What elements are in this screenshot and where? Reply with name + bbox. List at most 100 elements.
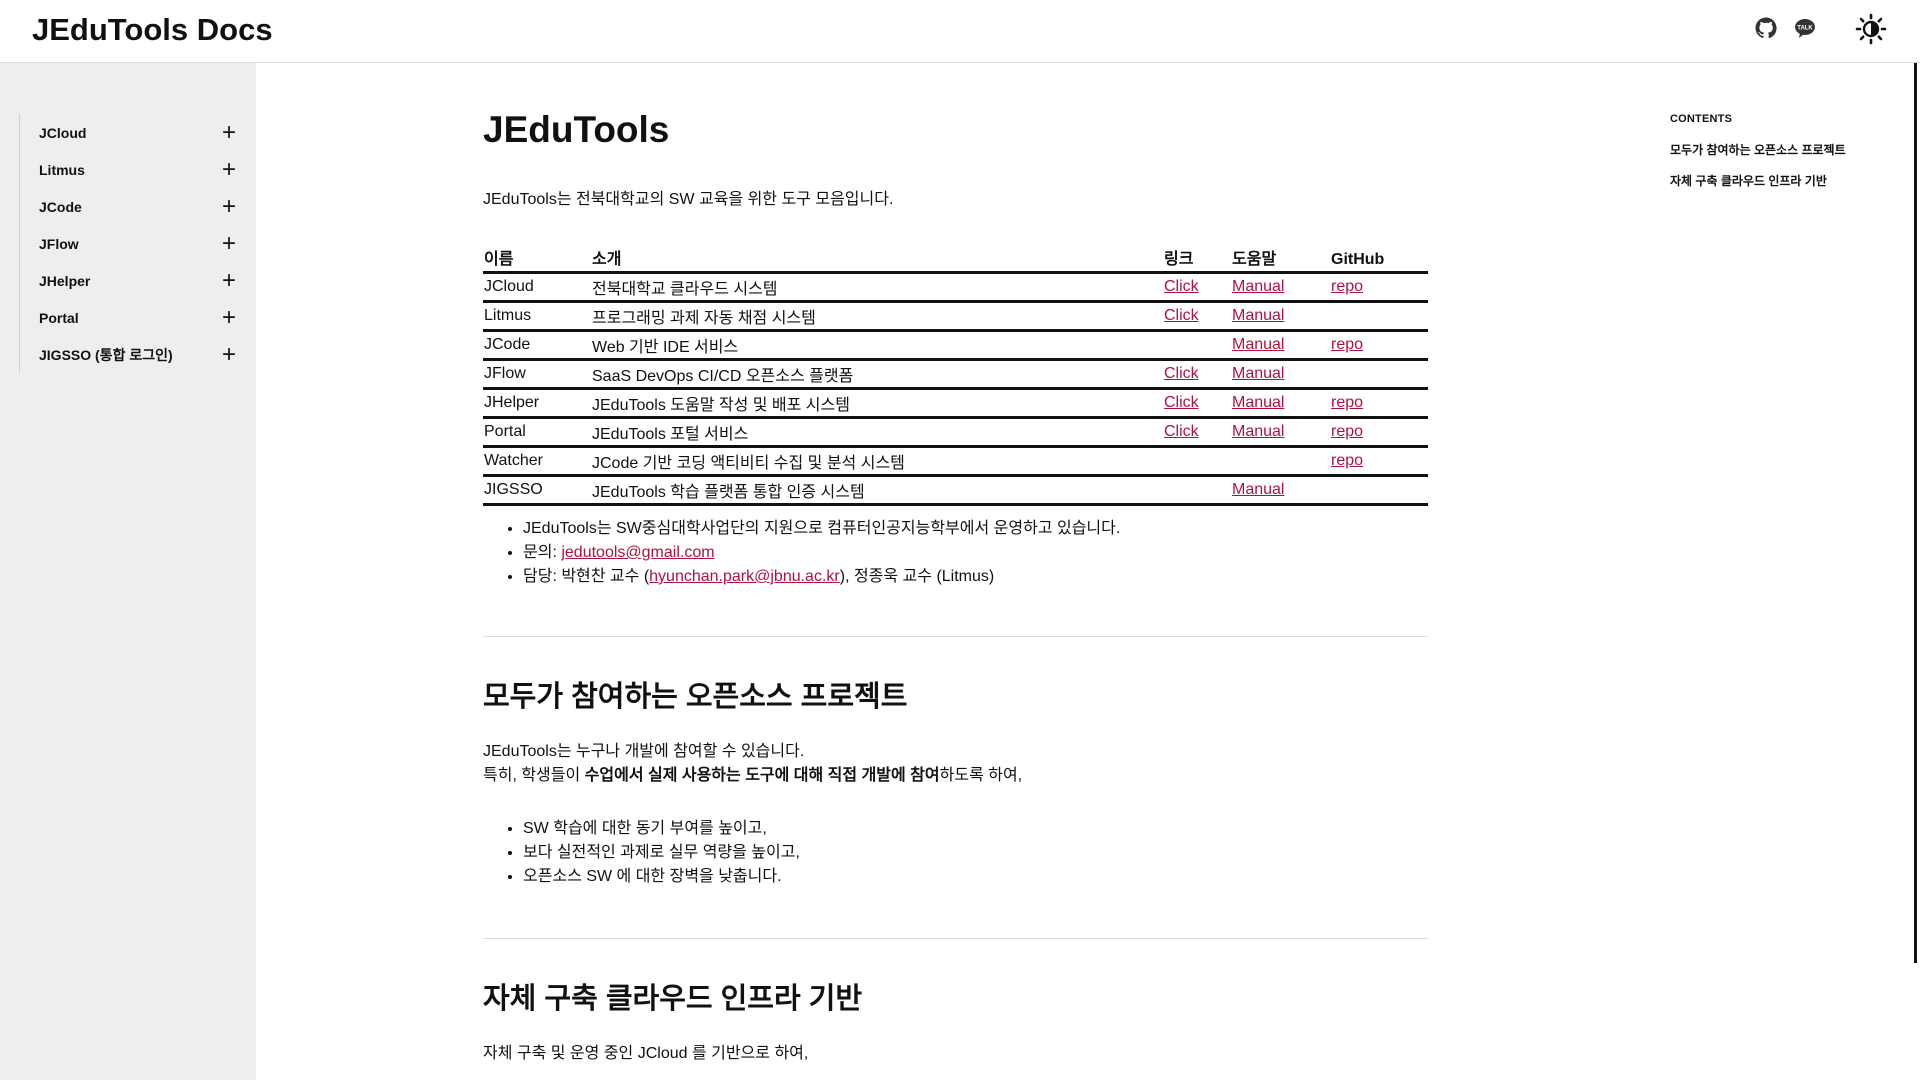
manual-link[interactable]: Manual bbox=[1232, 481, 1284, 498]
section-text: JEduTools는 누구나 개발에 참여할 수 있습니다. 특히, 학생들이 … bbox=[483, 740, 1022, 788]
sidebar-item-jigsso[interactable]: JIGSSO (통합 로그인) + bbox=[20, 336, 244, 373]
page-title: JEduTools bbox=[483, 109, 670, 150]
expand-plus-icon[interactable]: + bbox=[222, 231, 236, 256]
column-header-manual: 도움말 bbox=[1231, 241, 1330, 274]
tool-description: JEduTools 학습 플랫폼 통합 인증 시스템 bbox=[591, 475, 1163, 506]
site-title[interactable]: JEduTools Docs bbox=[32, 12, 273, 48]
tools-table: 이름 소개 링크 도움말 GitHub JCloud 전북대학교 클라우드 시스… bbox=[483, 241, 1428, 506]
tool-description: 전북대학교 클라우드 시스템 bbox=[591, 272, 1163, 303]
empty-cell bbox=[1231, 446, 1330, 477]
scrollbar[interactable] bbox=[1914, 63, 1917, 963]
repo-link[interactable]: repo bbox=[1331, 452, 1363, 469]
empty-cell bbox=[1330, 301, 1428, 332]
section-line-prefix: 특히, 학생들이 bbox=[483, 767, 585, 784]
empty-cell bbox=[1163, 475, 1231, 506]
table-header-row: 이름 소개 링크 도움말 GitHub bbox=[483, 241, 1428, 274]
expand-plus-icon[interactable]: + bbox=[222, 120, 236, 145]
click-link[interactable]: Click bbox=[1164, 307, 1199, 324]
manager-email-link[interactable]: hyunchan.park@jbnu.ac.kr bbox=[649, 568, 840, 585]
theme-toggle-icon[interactable] bbox=[1855, 13, 1887, 45]
top-header: JEduTools Docs TALK bbox=[0, 0, 1920, 63]
benefit-list: SW 학습에 대한 동기 부여를 높이고, 보다 실전적인 과제로 실무 역량을… bbox=[523, 817, 800, 889]
sidebar-item-jcode[interactable]: JCode + bbox=[20, 188, 244, 225]
sidebar-item-portal[interactable]: Portal + bbox=[20, 299, 244, 336]
expand-plus-icon[interactable]: + bbox=[222, 268, 236, 293]
sidebar-item-label: JCloud bbox=[39, 124, 87, 141]
empty-cell bbox=[1163, 446, 1231, 477]
sidebar-nav: JCloud + Litmus + JCode + JFlow + JHelpe… bbox=[19, 114, 244, 373]
empty-cell bbox=[1163, 330, 1231, 361]
click-link[interactable]: Click bbox=[1164, 278, 1199, 295]
column-header-github: GitHub bbox=[1330, 241, 1428, 274]
toc-item-open-source[interactable]: 모두가 참여하는 오픈소스 프로젝트 bbox=[1670, 141, 1910, 158]
section-line-bold: 수업에서 실제 사용하는 도구에 대해 직접 개발에 참여 bbox=[584, 767, 940, 784]
manual-link[interactable]: Manual bbox=[1232, 423, 1284, 440]
toc-item-cloud[interactable]: 자체 구축 클라우드 인프라 기반 bbox=[1670, 172, 1910, 189]
sidebar-item-label: JFlow bbox=[39, 235, 79, 252]
table-row: JCloud 전북대학교 클라우드 시스템 Click Manual repo bbox=[483, 272, 1428, 303]
tool-name: JHelper bbox=[483, 388, 591, 419]
expand-plus-icon[interactable]: + bbox=[222, 305, 236, 330]
sidebar-item-label: JHelper bbox=[39, 272, 91, 289]
talk-icon-label: TALK bbox=[1797, 26, 1813, 32]
github-icon[interactable] bbox=[1754, 16, 1778, 40]
click-link[interactable]: Click bbox=[1164, 423, 1199, 440]
click-link[interactable]: Click bbox=[1164, 394, 1199, 411]
tool-name: JCode bbox=[483, 330, 591, 361]
operation-text: JEduTools는 SW중심대학사업단의 지원으로 컴퓨터인공지능학부에서 운… bbox=[523, 520, 1121, 537]
list-item: JEduTools는 SW중심대학사업단의 지원으로 컴퓨터인공지능학부에서 운… bbox=[523, 517, 1120, 541]
table-row: JHelper JEduTools 도움말 작성 및 배포 시스템 Click … bbox=[483, 388, 1428, 419]
manual-link[interactable]: Manual bbox=[1232, 365, 1284, 382]
click-link[interactable]: Click bbox=[1164, 365, 1199, 382]
toc-title: CONTENTS bbox=[1670, 113, 1733, 125]
sidebar-item-litmus[interactable]: Litmus + bbox=[20, 151, 244, 188]
sidebar-item-label: Litmus bbox=[39, 161, 85, 178]
sidebar-item-jhelper[interactable]: JHelper + bbox=[20, 262, 244, 299]
list-item: 문의: jedutools@gmail.com bbox=[523, 541, 1120, 565]
expand-plus-icon[interactable]: + bbox=[222, 194, 236, 219]
manager-suffix: ), 정종욱 교수 (Litmus) bbox=[839, 568, 995, 585]
repo-link[interactable]: repo bbox=[1331, 278, 1363, 295]
table-row: Litmus 프로그래밍 과제 자동 채점 시스템 Click Manual bbox=[483, 301, 1428, 332]
manual-link[interactable]: Manual bbox=[1232, 336, 1284, 353]
section-line-suffix: 하도록 하여, bbox=[939, 767, 1023, 784]
tool-description: SaaS DevOps CI/CD 오픈소스 플랫폼 bbox=[591, 359, 1163, 390]
tool-description: JEduTools 포털 서비스 bbox=[591, 417, 1163, 448]
table-row: JCode Web 기반 IDE 서비스 Manual repo bbox=[483, 330, 1428, 361]
section-line: JEduTools는 누구나 개발에 참여할 수 있습니다. bbox=[483, 743, 805, 760]
repo-link[interactable]: repo bbox=[1331, 423, 1363, 440]
table-row: Portal JEduTools 포털 서비스 Click Manual rep… bbox=[483, 417, 1428, 448]
expand-plus-icon[interactable]: + bbox=[222, 342, 236, 367]
expand-plus-icon[interactable]: + bbox=[222, 157, 236, 182]
table-row: JIGSSO JEduTools 학습 플랫폼 통합 인증 시스템 Manual bbox=[483, 475, 1428, 506]
sidebar-item-label: Portal bbox=[39, 309, 79, 326]
repo-link[interactable]: repo bbox=[1331, 336, 1363, 353]
sidebar: JCloud + Litmus + JCode + JFlow + JHelpe… bbox=[0, 63, 256, 1080]
empty-cell bbox=[1330, 359, 1428, 390]
sidebar-item-label: JIGSSO (통합 로그인) bbox=[39, 346, 173, 363]
manual-link[interactable]: Manual bbox=[1232, 278, 1284, 295]
repo-link[interactable]: repo bbox=[1331, 394, 1363, 411]
tool-description: JCode 기반 코딩 액티비티 수집 및 분석 시스템 bbox=[591, 446, 1163, 477]
manual-link[interactable]: Manual bbox=[1232, 307, 1284, 324]
list-item: 담당: 박현찬 교수 (hyunchan.park@jbnu.ac.kr), 정… bbox=[523, 565, 1120, 589]
tool-name: Watcher bbox=[483, 446, 591, 477]
tool-description: Web 기반 IDE 서비스 bbox=[591, 330, 1163, 361]
talk-icon[interactable]: TALK bbox=[1794, 17, 1816, 39]
section-divider bbox=[483, 938, 1428, 939]
intro-text: JEduTools는 전북대학교의 SW 교육을 위한 도구 모음입니다. bbox=[483, 191, 894, 208]
tool-description: JEduTools 도움말 작성 및 배포 시스템 bbox=[591, 388, 1163, 419]
tool-name: JFlow bbox=[483, 359, 591, 390]
tool-name: Portal bbox=[483, 417, 591, 448]
sidebar-item-label: JCode bbox=[39, 198, 82, 215]
section-heading-cloud: 자체 구축 클라우드 인프라 기반 bbox=[483, 983, 863, 1015]
contact-email-link[interactable]: jedutools@gmail.com bbox=[561, 544, 714, 561]
section-text: 자체 구축 및 운영 중인 JCloud 를 기반으로 하여, bbox=[483, 1045, 809, 1062]
sidebar-item-jflow[interactable]: JFlow + bbox=[20, 225, 244, 262]
sidebar-item-jcloud[interactable]: JCloud + bbox=[20, 114, 244, 151]
manager-label: 담당: 박현찬 교수 ( bbox=[523, 568, 650, 585]
manual-link[interactable]: Manual bbox=[1232, 394, 1284, 411]
tool-name: Litmus bbox=[483, 301, 591, 332]
tool-name: JIGSSO bbox=[483, 475, 591, 506]
tool-name: JCloud bbox=[483, 272, 591, 303]
